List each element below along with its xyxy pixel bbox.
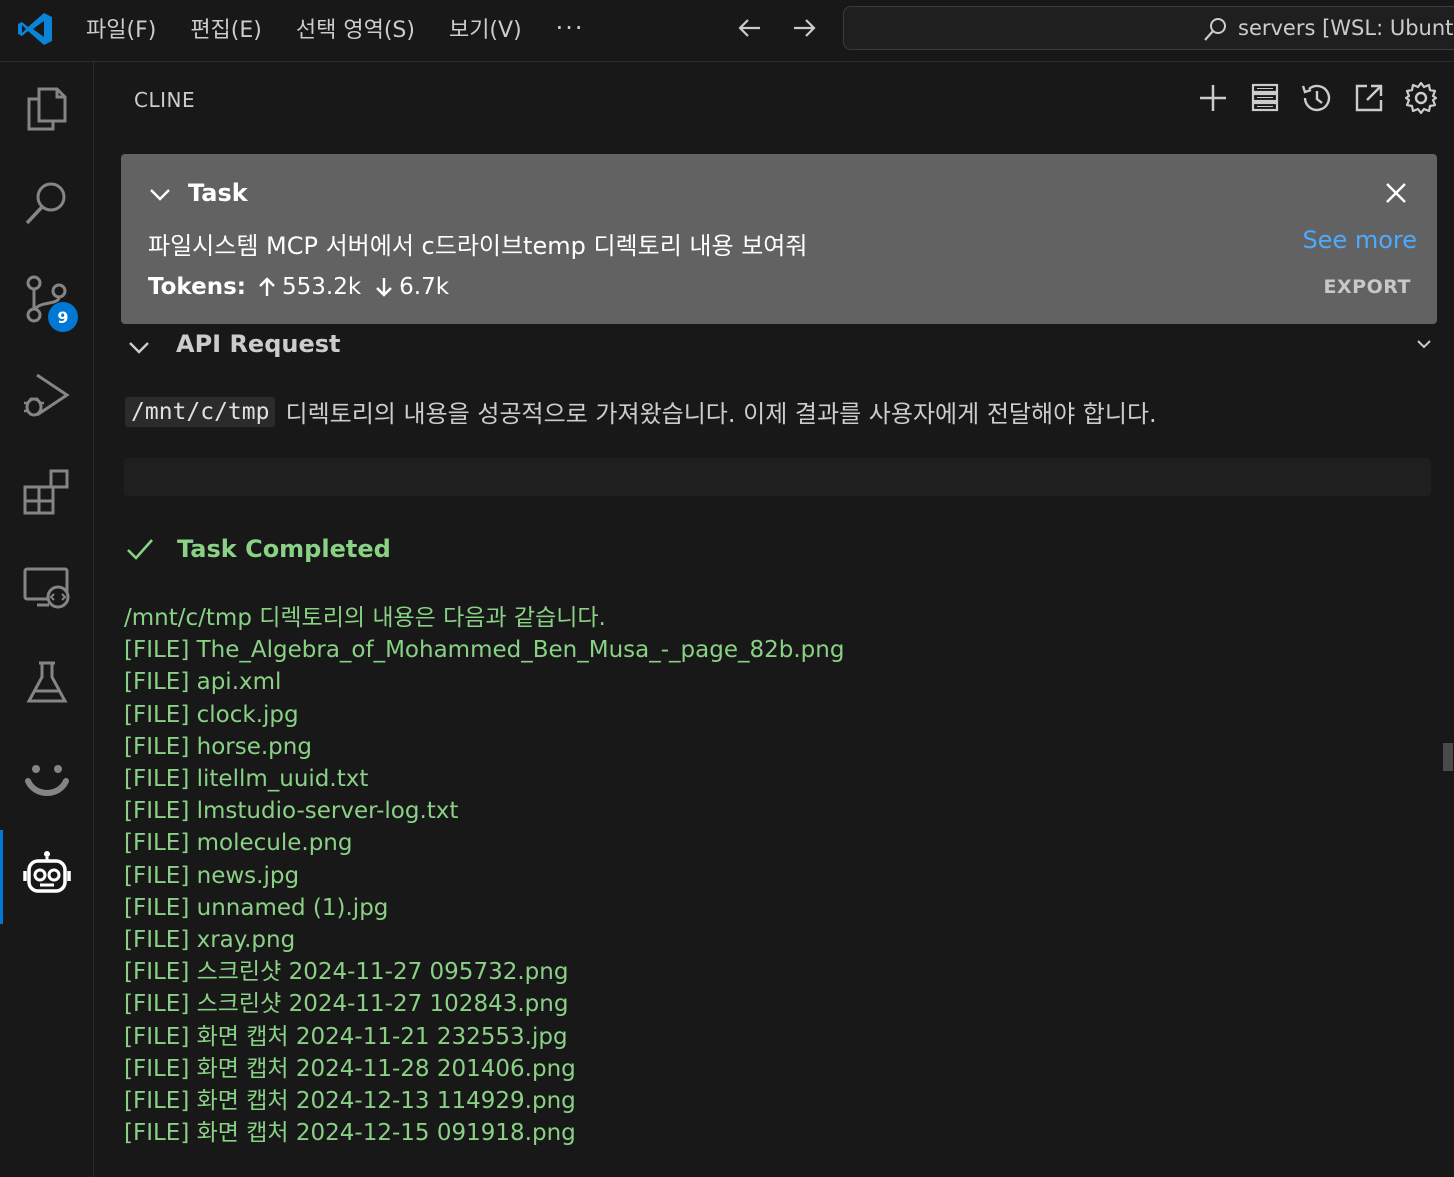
arrow-left-icon[interactable] [734,12,766,44]
navigation-arrows [734,12,820,44]
title-bar: 파일(F) 편집(E) 선택 영역(S) 보기(V) ··· servers [… [0,0,1454,62]
activity-source-control[interactable]: 9 [0,254,94,344]
task-label: Task [188,179,248,207]
task-completed-header: Task Completed [125,534,391,564]
menu-edit[interactable]: 편집(E) [190,12,262,44]
export-button[interactable]: EXPORT [1324,276,1411,298]
chevron-down-icon[interactable] [1415,336,1433,354]
menu-selection[interactable]: 선택 영역(S) [296,12,415,44]
tokens-in: 553.2k [281,274,362,300]
list-item: [FILE] unnamed (1).jpg [124,894,389,921]
scm-badge: 9 [48,302,78,332]
list-item: [FILE] 화면 캡처 2024-11-21 232553.jpg [124,1023,568,1050]
vscode-logo-icon[interactable] [16,10,54,48]
search-icon [25,182,66,225]
status-message: /mnt/c/tmp 디렉토리의 내용을 성공적으로 가져왔습니다. 이제 결과… [125,394,1157,429]
api-request-row[interactable]: API Request [125,324,1435,362]
command-center[interactable]: servers [WSL: Ubuntu [843,6,1454,50]
list-item: [FILE] lmstudio-server-log.txt [124,798,459,825]
tokens-out: 6.7k [399,274,450,300]
activity-bar: 9 [0,62,94,1177]
list-item: [FILE] litellm_uuid.txt [124,766,369,793]
list-item: [FILE] molecule.png [124,830,353,857]
cline-panel: CLINE Task 파일시스템 MCP 서버에서 c드라이브temp 디렉토리… [95,62,1454,1177]
activity-explorer[interactable] [0,64,94,154]
scrollbar-thumb[interactable] [1443,743,1453,771]
list-item: [FILE] 화면 캡처 2024-12-15 091918.png [124,1120,576,1147]
activity-cline[interactable] [0,830,94,924]
status-text: 디렉토리의 내용을 성공적으로 가져왔습니다. 이제 결과를 사용자에게 전달해… [285,400,1157,428]
list-item: [FILE] 스크린샷 2024-11-27 095732.png [124,959,569,986]
api-request-label: API Request [176,330,341,358]
task-text: 파일시스템 MCP 서버에서 c드라이브temp 디렉토리 내용 보여줘 [148,232,808,260]
remote-explorer-icon [23,567,70,609]
command-center-text: servers [WSL: Ubuntu [1238,16,1454,40]
extensions-icon [23,469,69,515]
activity-extensions[interactable] [0,446,94,536]
list-item: [FILE] api.xml [124,669,282,696]
list-item: [FILE] horse.png [124,733,312,760]
arrow-right-icon[interactable] [788,12,820,44]
result-intro: /mnt/c/tmp 디렉토리의 내용은 다음과 같습니다. [124,605,606,631]
menu-file[interactable]: 파일(F) [86,12,156,44]
inline-code: /mnt/c/tmp [125,396,276,427]
panel-title: CLINE [134,88,196,112]
close-icon[interactable] [1383,180,1409,206]
chevron-down-icon[interactable] [147,182,173,208]
activity-search[interactable] [0,158,94,248]
arrow-down-icon [376,278,393,297]
list-item: [FILE] news.jpg [124,862,300,889]
see-more-link[interactable]: See more [1302,226,1417,254]
smiley-icon [25,765,69,796]
activity-remote-explorer[interactable] [0,542,94,632]
list-item: [FILE] 화면 캡처 2024-12-13 114929.png [124,1088,576,1115]
files-icon [27,87,67,131]
activity-copilot[interactable] [0,734,94,824]
menu-bar: 파일(F) 편집(E) 선택 영역(S) 보기(V) ··· [86,12,585,44]
activity-testing[interactable] [0,638,94,728]
list-item: [FILE] xray.png [124,927,296,954]
server-icon[interactable] [1247,80,1283,116]
list-item: [FILE] 화면 캡처 2024-11-28 201406.png [124,1055,576,1082]
list-item: [FILE] The_Algebra_of_Mohammed_Ben_Musa_… [124,637,845,664]
token-usage: Tokens: 553.2k 6.7k [148,274,461,300]
chevron-down-icon [129,342,149,354]
task-completed-label: Task Completed [177,535,391,563]
tokens-label: Tokens: [148,274,246,300]
popout-icon[interactable] [1351,80,1387,116]
list-item: [FILE] 스크린샷 2024-11-27 102843.png [124,991,569,1018]
menu-view[interactable]: 보기(V) [449,12,522,44]
list-item: [FILE] clock.jpg [124,701,299,728]
completion-result: /mnt/c/tmp 디렉토리의 내용은 다음과 같습니다. [FILE] Th… [124,602,844,1149]
arrow-up-icon [259,277,275,296]
run-debug-icon [24,373,70,417]
flask-icon [26,661,68,703]
panel-actions [1195,80,1439,116]
check-icon [127,539,153,560]
robot-icon [23,851,71,893]
plus-icon[interactable] [1195,80,1231,116]
activity-run-debug[interactable] [0,350,94,440]
menu-more-button[interactable]: ··· [556,14,585,42]
search-icon [1204,18,1226,41]
gear-icon[interactable] [1403,80,1439,116]
empty-output-box [124,458,1431,496]
history-icon[interactable] [1299,80,1335,116]
task-card: Task 파일시스템 MCP 서버에서 c드라이브temp 디렉토리 내용 보여… [121,154,1437,324]
